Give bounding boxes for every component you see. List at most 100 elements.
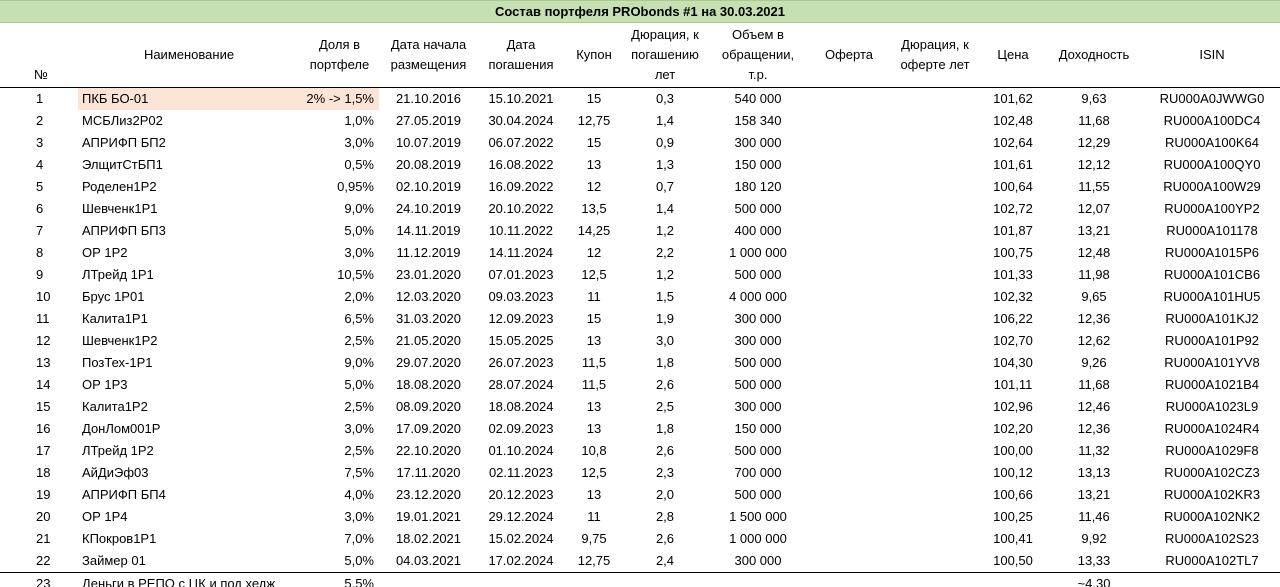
cell-yield: 11,46: [1078, 508, 1110, 524]
cell-maturity-date: 07.01.2023: [488, 266, 554, 282]
cell-offer: [810, 132, 888, 154]
cell-duration: 3,0: [655, 332, 675, 348]
cell-duration-offer: [888, 462, 982, 484]
cell-offer: [810, 286, 888, 308]
cell-duration: 1,3: [655, 156, 675, 172]
cell-name: ДонЛом001Р: [82, 420, 161, 436]
cell-volume: 400 000: [734, 222, 782, 238]
cell-isin: RU000A1029F8: [1165, 442, 1259, 458]
table-row: 2 МСБЛиз2Р02 1,0% 27.05.2019 30.04.2024 12,75…: [0, 110, 1280, 132]
cell-duration-offer: [888, 528, 982, 550]
cell-share: 9,0%: [344, 200, 374, 216]
cell-num: 15: [36, 398, 51, 414]
cell-name: ЛТрейд 1Р1: [82, 266, 154, 282]
table-title: Состав портфеля PRObonds #1 на 30.03.202…: [0, 0, 1280, 23]
cell-duration-offer: [888, 418, 982, 440]
cell-duration: 1,4: [655, 200, 675, 216]
cell-share: 1,0%: [344, 112, 374, 128]
cell-offer: [810, 440, 888, 462]
cell-price: 101,61: [993, 156, 1033, 172]
cell-coupon: 13: [586, 332, 602, 348]
cell-num: 18: [36, 464, 51, 480]
cell-duration: 2,0: [655, 486, 675, 502]
header-name: Наименование: [78, 23, 300, 88]
cell-duration: 1,2: [655, 222, 675, 238]
cell-duration: 1,8: [655, 420, 675, 436]
cell-price: 104,30: [993, 354, 1033, 370]
cell-yield: 9,65: [1081, 288, 1107, 304]
cell-duration-offer: [888, 550, 982, 573]
cell-maturity-date: 02.09.2023: [488, 420, 554, 436]
cell-price: [982, 571, 1044, 587]
cell-duration: 1,4: [655, 112, 675, 128]
cell-coupon: 12: [586, 178, 602, 194]
cell-name: Калита1Р2: [82, 398, 148, 414]
cell-duration-offer: [888, 198, 982, 220]
cell-name: ОР 1Р2: [82, 244, 128, 260]
cell-price: 100,75: [993, 244, 1033, 260]
cell-share: 5,5%: [300, 571, 379, 587]
cell-isin: RU000A101178: [1166, 222, 1258, 238]
cell-isin: RU000A1021B4: [1165, 376, 1259, 392]
cell-duration: 2,6: [655, 442, 675, 458]
cell-name: Калита1Р1: [82, 310, 148, 326]
cell-volume: 300 000: [734, 332, 782, 348]
cell-name: АйДиЭф03: [82, 464, 149, 480]
cell-volume: 158 340: [734, 112, 782, 128]
cell-duration: 0,3: [655, 90, 675, 106]
cell-offer: [810, 352, 888, 374]
cell-yield: 11,98: [1078, 266, 1110, 282]
cell-duration: 2,6: [655, 530, 675, 546]
cell-yield: ~4,30: [1044, 571, 1144, 587]
cell-name: ЭлщитСтБП1: [82, 156, 163, 172]
cell-duration-offer: [888, 484, 982, 506]
cell-isin: RU000A1023L9: [1165, 398, 1259, 414]
cell-placement-date: [379, 571, 478, 587]
table-row: 8 ОР 1Р2 3,0% 11.12.2019 14.11.2024 12 2,2 1 00…: [0, 242, 1280, 264]
cell-yield: 9,63: [1081, 90, 1107, 106]
table-row: 17 ЛТрейд 1Р2 2,5% 22.10.2020 01.10.2024 10,8…: [0, 440, 1280, 462]
cell-price: 100,12: [993, 464, 1033, 480]
cell-yield: 12,07: [1077, 200, 1111, 216]
cell-coupon: 12,75: [577, 552, 611, 568]
cell-duration-offer: [888, 308, 982, 330]
cell-maturity-date: 18.08.2024: [488, 398, 554, 414]
cell-duration: [624, 571, 706, 587]
cell-maturity-date: 10.11.2022: [488, 222, 554, 238]
cell-share: 10,5%: [337, 266, 374, 282]
cell-offer: [810, 308, 888, 330]
cell-coupon: 11: [587, 288, 601, 304]
cell-duration-offer: [888, 506, 982, 528]
header-num: №: [0, 23, 78, 88]
cell-volume: 700 000: [734, 464, 782, 480]
cell-name: ЛТрейд 1Р2: [82, 442, 154, 458]
cell-duration-offer: [888, 110, 982, 132]
cell-isin: RU000A102TL7: [1165, 552, 1259, 568]
cell-coupon: 9,75: [581, 530, 607, 546]
cell-num: 1: [36, 90, 44, 106]
cell-name: ПозТех-1Р1: [82, 354, 153, 370]
cell-name: Шевченк1Р2: [82, 332, 158, 348]
cell-num: 9: [36, 266, 44, 282]
cell-duration-offer: [888, 264, 982, 286]
cell-name: АПРИФП БП3: [82, 222, 166, 238]
header-yield: Доходность: [1044, 23, 1144, 88]
cell-volume: 500 000: [734, 376, 782, 392]
cell-yield: 11,32: [1078, 442, 1110, 458]
cell-placement-date: 23.01.2020: [395, 266, 462, 282]
cell-share: 7,5%: [344, 464, 374, 480]
cell-isin: RU000A102KR3: [1163, 486, 1261, 502]
cell-yield: 11,68: [1078, 112, 1110, 128]
cell-coupon: 15: [586, 90, 602, 106]
table-row: 18 АйДиЭф03 7,5% 17.11.2020 02.11.2023 12,5 2,…: [0, 462, 1280, 484]
cell-coupon: 15: [586, 134, 602, 150]
cell-volume: 300 000: [734, 552, 782, 568]
cell-volume: 300 000: [734, 398, 782, 414]
cell-duration: 2,3: [655, 464, 675, 480]
cell-duration-offer: [888, 352, 982, 374]
table-row: 9 ЛТрейд 1Р1 10,5% 23.01.2020 07.01.2023 12,5…: [0, 264, 1280, 286]
cell-price: 100,50: [993, 552, 1033, 568]
cell-share: 4,0%: [344, 486, 374, 502]
cell-num: 6: [36, 200, 44, 216]
cell-yield: 9,92: [1081, 530, 1107, 546]
